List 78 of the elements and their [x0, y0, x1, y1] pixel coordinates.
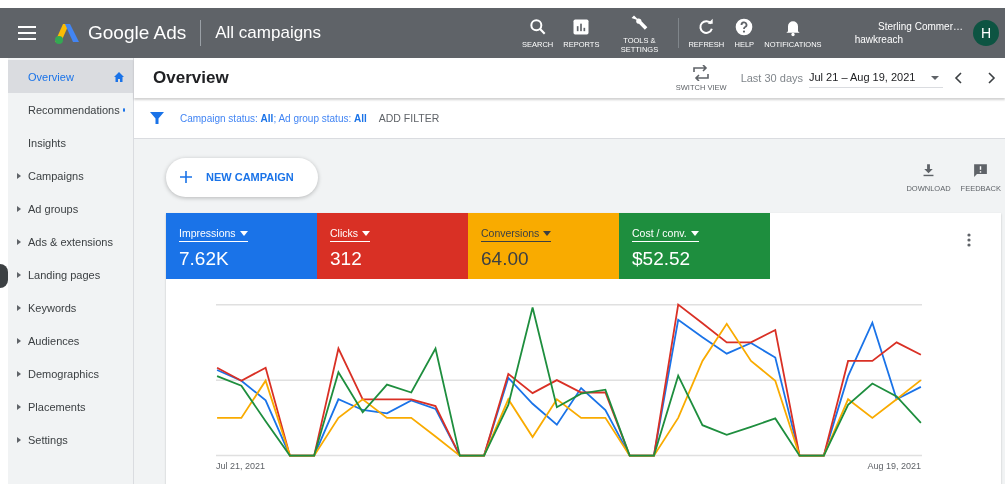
- sidebar-label: Placements: [28, 400, 86, 413]
- sidebar-label: Keywords: [28, 301, 77, 314]
- plus-icon: [180, 171, 192, 183]
- more-icon[interactable]: [967, 233, 971, 247]
- account-email: hawkreach: [854, 33, 903, 46]
- menu-icon[interactable]: [18, 25, 38, 41]
- sidebar-label: Settings: [28, 433, 68, 446]
- metric-tile[interactable]: Conversions 64.00: [468, 213, 619, 279]
- metric-tile[interactable]: Impressions 7.62K: [166, 213, 317, 279]
- collapse-handle[interactable]: [0, 264, 8, 288]
- caret-icon: [17, 205, 22, 212]
- metric-tile[interactable]: Cost / conv. $52.52: [619, 213, 770, 279]
- sidebar-item[interactable]: Demographics: [8, 357, 133, 390]
- axis-label: Jul 21, 2021: [216, 461, 266, 471]
- sidebar-item[interactable]: Ads & extensions: [8, 225, 133, 258]
- date-preset: Last 30 days: [740, 72, 803, 84]
- sidebar-item[interactable]: Insights: [8, 126, 133, 159]
- sidebar-label: Audiences: [28, 334, 80, 347]
- bar-chart-icon: [571, 17, 592, 37]
- swap-icon: [692, 64, 711, 81]
- help-icon: [734, 17, 755, 37]
- add-filter-button[interactable]: ADD FILTER: [378, 112, 440, 124]
- caret-icon: [17, 304, 22, 311]
- caret-icon: [17, 271, 22, 278]
- sidebar-item[interactable]: Settings: [8, 423, 133, 456]
- notification-dot: [122, 107, 125, 112]
- filter-icon: [150, 111, 164, 125]
- filter-summary[interactable]: Campaign status: All; Ad group status: All: [180, 112, 367, 124]
- sidebar-item[interactable]: Ad groups: [8, 192, 133, 225]
- sidebar-label: Recommendations: [28, 103, 120, 116]
- page-heading: Overview: [153, 68, 229, 88]
- caret-icon: [17, 403, 22, 410]
- date-range-dropdown[interactable]: Jul 21 – Aug 19, 2021: [809, 68, 943, 88]
- logo-icon: [54, 21, 80, 45]
- product-name: Google Ads: [88, 22, 187, 44]
- account-name: Sterling Commer…: [877, 20, 963, 33]
- metric-value: $52.52: [632, 248, 691, 270]
- sidebar-label: Overview: [28, 70, 74, 83]
- metric-tile[interactable]: Clicks 312: [317, 213, 468, 279]
- caret-icon: [17, 436, 22, 443]
- sidebar-item[interactable]: Audiences: [8, 324, 133, 357]
- caret-icon: [17, 337, 22, 344]
- sidebar-item[interactable]: Landing pages: [8, 258, 133, 291]
- sidebar-label: Campaigns: [28, 169, 84, 182]
- sidebar-item[interactable]: Campaigns: [8, 159, 133, 192]
- sidebar-item[interactable]: Keywords: [8, 291, 133, 324]
- sidebar-label: Demographics: [28, 367, 99, 380]
- metric-selector[interactable]: Clicks: [330, 227, 370, 242]
- dropdown-icon: [543, 230, 552, 236]
- next-icon[interactable]: [985, 72, 997, 84]
- sidebar-item[interactable]: Overview: [8, 60, 133, 93]
- dropdown-icon: [931, 74, 939, 82]
- metric-selector[interactable]: Impressions: [179, 227, 248, 242]
- metric-value: 7.62K: [179, 248, 229, 270]
- sidebar-item[interactable]: Placements: [8, 390, 133, 423]
- previous-icon[interactable]: [953, 72, 965, 84]
- caret-icon: [17, 238, 22, 245]
- caret-icon: [17, 172, 22, 179]
- sidebar-item[interactable]: Recommendations: [8, 93, 133, 126]
- sidebar-label: Ads & extensions: [28, 235, 113, 248]
- feedback-icon: [972, 161, 990, 179]
- home-icon: [113, 70, 125, 83]
- sidebar-label: Ad groups: [28, 202, 79, 215]
- metric-value: 312: [330, 248, 362, 270]
- dropdown-icon: [362, 230, 370, 236]
- metric-value: 64.00: [481, 248, 529, 270]
- sidebar-label: Insights: [28, 136, 66, 149]
- page-title: All campaigns: [215, 23, 322, 43]
- dropdown-icon: [690, 230, 699, 236]
- metric-selector[interactable]: Cost / conv.: [632, 227, 699, 242]
- new-campaign-button[interactable]: NEW CAMPAIGN: [166, 157, 318, 197]
- dropdown-icon: [239, 230, 248, 236]
- avatar[interactable]: H: [973, 20, 999, 46]
- metric-selector[interactable]: Conversions: [481, 227, 552, 242]
- search-icon: [527, 17, 548, 37]
- axis-label: Aug 19, 2021: [867, 461, 921, 471]
- caret-icon: [17, 370, 22, 377]
- sidebar-label: Landing pages: [28, 268, 101, 281]
